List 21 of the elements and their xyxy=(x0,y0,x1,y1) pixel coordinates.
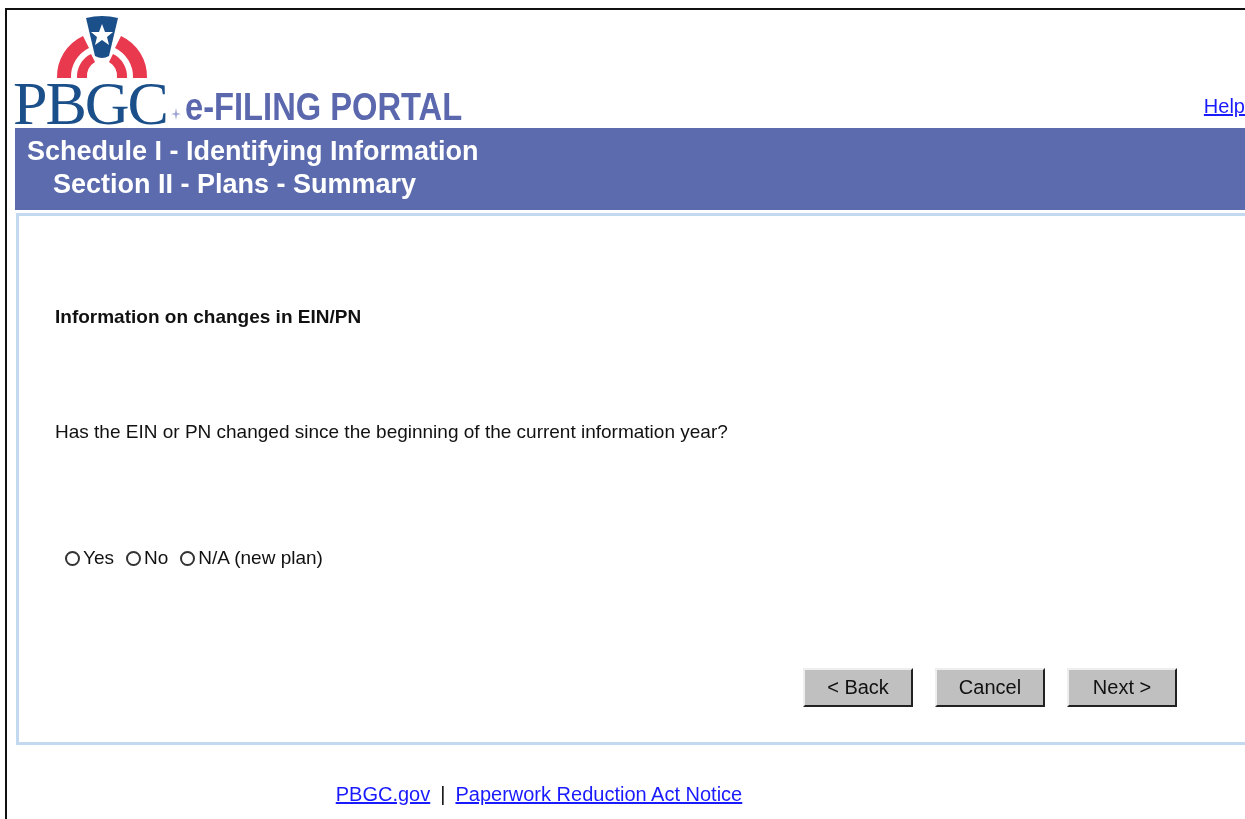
nav-button[interactable]: Next > xyxy=(1067,668,1177,707)
nav-button[interactable]: < Back xyxy=(803,668,913,707)
sparkle-icon xyxy=(170,108,181,120)
section-heading: Information on changes in EIN/PN xyxy=(55,306,363,328)
radio-option[interactable]: No xyxy=(126,547,169,569)
radio-label: No xyxy=(144,547,169,569)
radio-label: Yes xyxy=(83,547,114,569)
radio-option[interactable]: Yes xyxy=(65,547,114,569)
link-separator: | xyxy=(440,783,446,806)
radio-button[interactable] xyxy=(126,550,141,566)
question-text: Has the EIN or PN changed since the beginning of the current information year? xyxy=(55,421,729,443)
help-link[interactable]: Help xyxy=(1203,95,1245,118)
page-title: Schedule I - Identifying Information xyxy=(27,136,480,167)
footer-link[interactable]: Paperwork Reduction Act Notice xyxy=(455,783,743,806)
footer-link[interactable]: PBGC.gov xyxy=(335,783,431,806)
logo-text: PBGC xyxy=(13,78,167,128)
portal-title: e-FILING PORTAL xyxy=(184,88,463,126)
radio-button[interactable] xyxy=(180,550,196,566)
radio-button[interactable] xyxy=(65,550,80,566)
page-subtitle: Section II - Plans - Summary xyxy=(52,169,418,200)
nav-button[interactable]: Cancel xyxy=(935,668,1045,707)
